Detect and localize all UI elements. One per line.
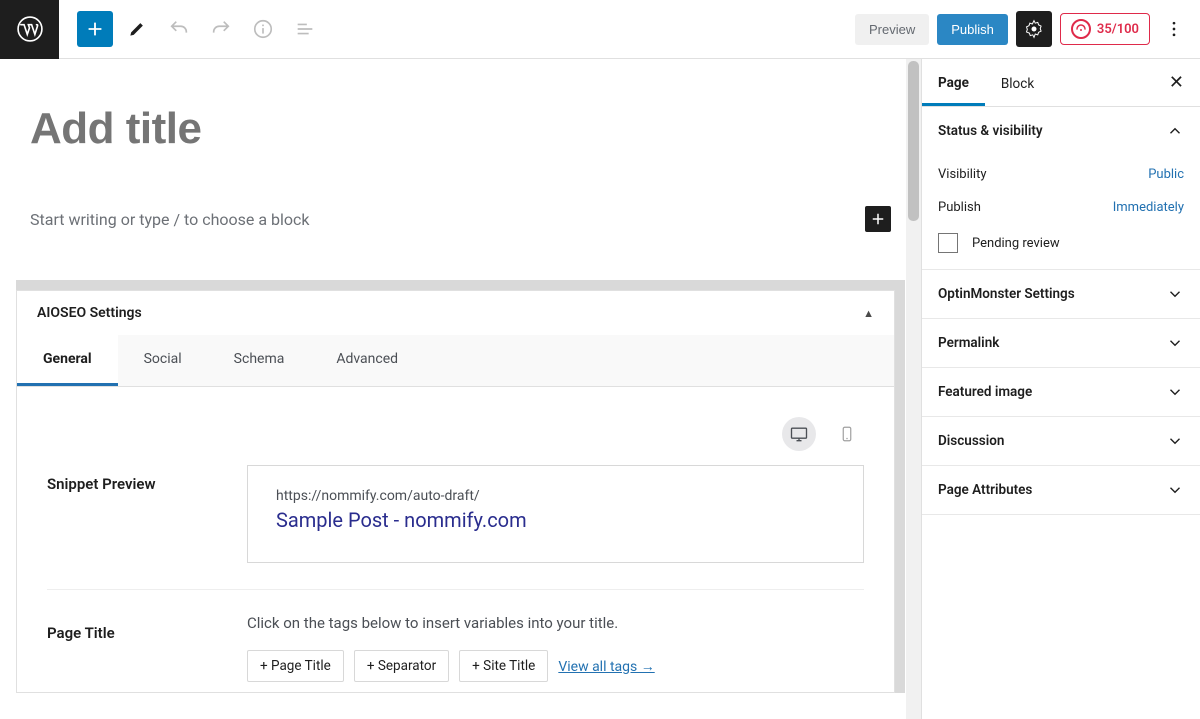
undo-button[interactable] <box>161 11 197 47</box>
tab-general[interactable]: General <box>17 335 118 386</box>
visibility-label: Visibility <box>938 167 1148 182</box>
preview-title: Sample Post - nommify.com <box>276 508 835 532</box>
aioseo-panel-header[interactable]: AIOSEO Settings ▲ <box>17 291 894 335</box>
section-optinmonster[interactable]: OptinMonster Settings <box>922 270 1200 318</box>
tag-page-title[interactable]: Page Title <box>247 650 344 682</box>
chevron-up-icon <box>1166 122 1184 140</box>
sidebar-tab-page[interactable]: Page <box>922 60 985 106</box>
more-options-button[interactable] <box>1158 11 1190 47</box>
editor-toolbar: Preview Publish 35/100 <box>0 0 1200 59</box>
toolbar-right-group: Preview Publish 35/100 <box>855 11 1200 47</box>
editor-area: Start writing or type / to choose a bloc… <box>0 59 921 719</box>
seo-score-pill[interactable]: 35/100 <box>1060 13 1150 45</box>
aioseo-tabs: General Social Schema Advanced <box>17 335 894 387</box>
publish-label: Publish <box>938 200 1113 215</box>
redo-button[interactable] <box>203 11 239 47</box>
publish-value[interactable]: Immediately <box>1113 200 1184 215</box>
chevron-down-icon <box>1166 285 1184 303</box>
edit-mode-button[interactable] <box>119 11 155 47</box>
device-preview-toggle <box>47 417 864 451</box>
snippet-preview-label: Snippet Preview <box>47 465 217 563</box>
chevron-down-icon <box>1166 432 1184 450</box>
block-prompt-text[interactable]: Start writing or type / to choose a bloc… <box>30 210 865 229</box>
snippet-preview-box: https://nommify.com/auto-draft/ Sample P… <box>247 465 864 563</box>
section-featured-image[interactable]: Featured image <box>922 368 1200 416</box>
outline-button[interactable] <box>287 11 323 47</box>
section-status-visibility[interactable]: Status & visibility <box>922 107 1200 155</box>
preview-button[interactable]: Preview <box>855 14 929 45</box>
score-value: 35/100 <box>1097 22 1139 37</box>
info-button[interactable] <box>245 11 281 47</box>
publish-button[interactable]: Publish <box>937 14 1008 45</box>
toolbar-left-group <box>59 11 323 47</box>
chevron-down-icon <box>1166 383 1184 401</box>
settings-button[interactable] <box>1016 11 1052 47</box>
sidebar-tab-block[interactable]: Block <box>985 61 1050 104</box>
wordpress-logo[interactable] <box>0 0 59 59</box>
editor-scrollbar[interactable] <box>906 59 921 719</box>
desktop-preview-button[interactable] <box>782 417 816 451</box>
sidebar-close-button[interactable]: ✕ <box>1153 72 1200 93</box>
pending-review-checkbox[interactable] <box>938 233 958 253</box>
caret-up-icon: ▲ <box>863 307 874 320</box>
settings-sidebar: Page Block ✕ Status & visibility Visibil… <box>921 59 1200 719</box>
mobile-preview-button[interactable] <box>830 417 864 451</box>
post-title-input[interactable] <box>30 104 891 154</box>
tab-social[interactable]: Social <box>118 335 208 386</box>
preview-url: https://nommify.com/auto-draft/ <box>276 488 835 504</box>
add-block-button[interactable] <box>77 11 113 47</box>
section-permalink[interactable]: Permalink <box>922 319 1200 367</box>
view-all-tags-link[interactable]: View all tags → <box>558 658 654 675</box>
page-title-hint: Click on the tags below to insert variab… <box>247 614 864 632</box>
page-title-label: Page Title <box>47 614 217 682</box>
chevron-down-icon <box>1166 481 1184 499</box>
section-page-attributes[interactable]: Page Attributes <box>922 466 1200 514</box>
aioseo-panel: AIOSEO Settings ▲ General Social Schema … <box>16 290 895 693</box>
tab-schema[interactable]: Schema <box>208 335 311 386</box>
score-gauge-icon <box>1071 19 1091 39</box>
pending-review-label: Pending review <box>972 236 1060 251</box>
tab-advanced[interactable]: Advanced <box>310 335 424 386</box>
section-discussion[interactable]: Discussion <box>922 417 1200 465</box>
tag-separator[interactable]: Separator <box>354 650 449 682</box>
inline-add-block-button[interactable] <box>865 206 891 232</box>
visibility-value[interactable]: Public <box>1148 167 1184 182</box>
chevron-down-icon <box>1166 334 1184 352</box>
aioseo-panel-title: AIOSEO Settings <box>37 305 863 321</box>
tag-site-title[interactable]: Site Title <box>459 650 548 682</box>
